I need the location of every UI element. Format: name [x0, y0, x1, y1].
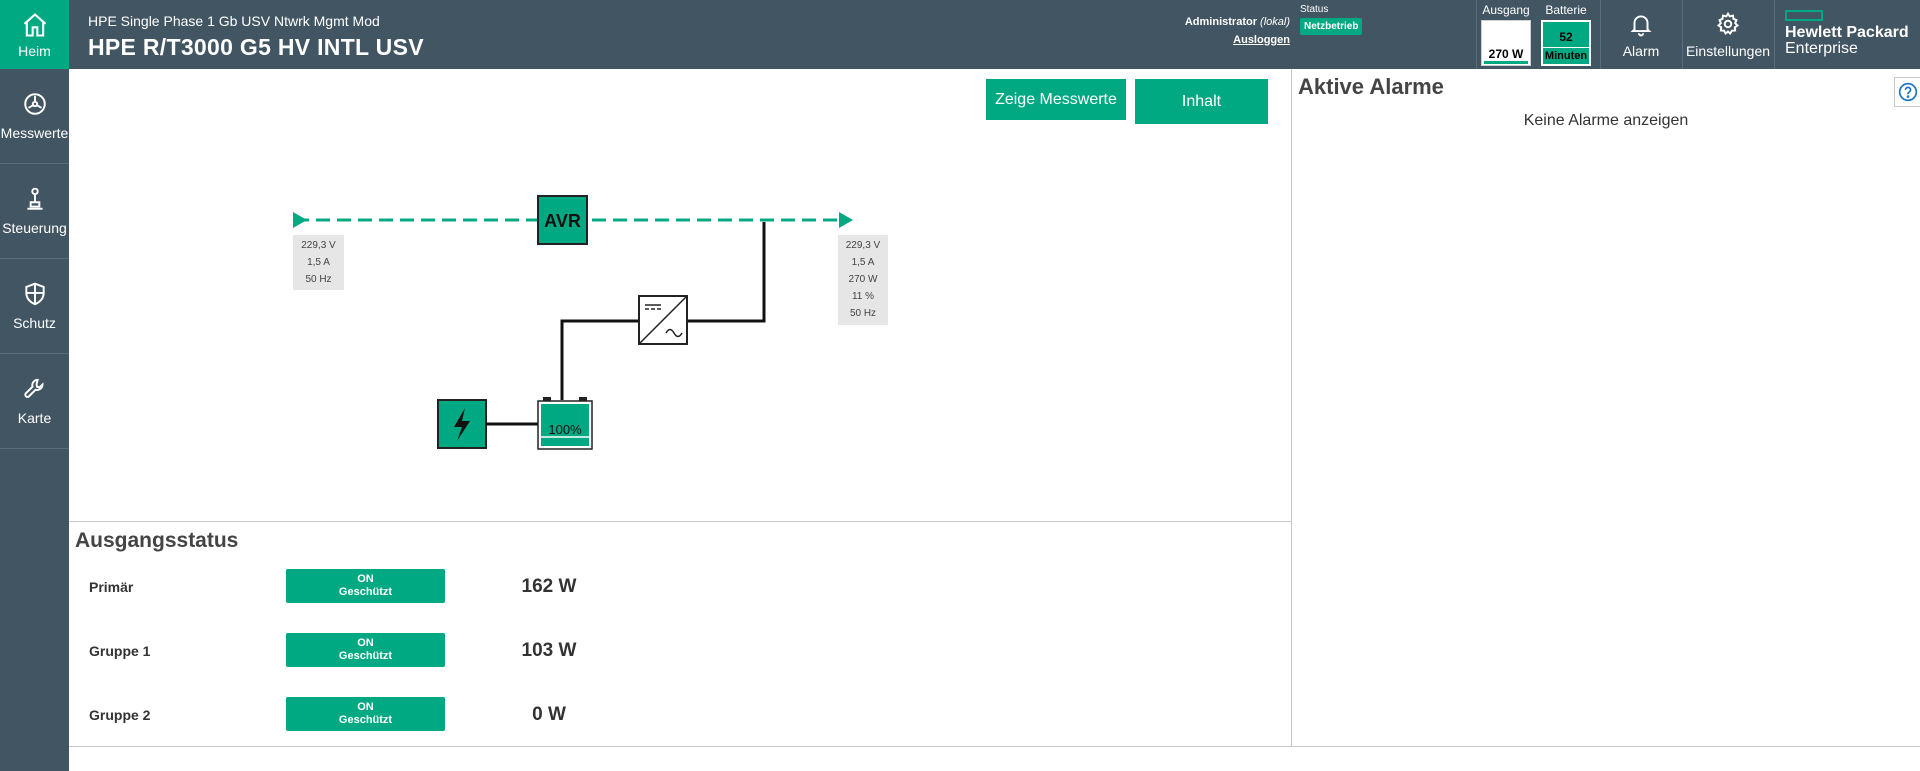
- inverter-wire-in: [560, 319, 639, 400]
- output-voltage: 229,3 V: [845, 240, 881, 251]
- sidebar-item-label: Karte: [17, 410, 52, 426]
- inverter-icon: [638, 295, 688, 345]
- header-divider: [1476, 0, 1477, 69]
- output-meter-label: Ausgang: [1482, 3, 1530, 17]
- status-block: Status Netzbetrieb: [1300, 4, 1363, 35]
- output-meter-value: 270 W: [1488, 47, 1524, 61]
- battery-meter[interactable]: Batterie 52 Minuten: [1540, 3, 1592, 66]
- alarm-button-label: Alarm: [1622, 42, 1660, 59]
- outlet-protection: Geschützt: [338, 714, 393, 726]
- status-badge: Netzbetrieb: [1300, 18, 1363, 35]
- lightning-icon: [437, 399, 487, 449]
- sidebar-item-label: Steuerung: [2, 220, 67, 236]
- user-name-text: Administrator: [1184, 16, 1257, 28]
- output-status-title: Ausgangsstatus: [75, 529, 239, 552]
- sidebar-item-messwerte[interactable]: Messwerte: [0, 69, 69, 164]
- device-subtitle: HPE Single Phase 1 Gb USV Ntwrk Mgmt Mod: [88, 13, 380, 29]
- input-frequency: 50 Hz: [305, 274, 332, 285]
- user-info: Administrator (lokal) Ausloggen: [1160, 16, 1290, 46]
- header-divider: [1774, 0, 1775, 69]
- output-current: 1,5 A: [851, 257, 875, 268]
- active-alarms-panel: Aktive Alarme Keine Alarme anzeigen: [1293, 69, 1920, 746]
- help-button[interactable]: [1894, 77, 1920, 107]
- avr-label: AVR: [544, 211, 581, 231]
- user-name: Administrator (lokal): [1160, 16, 1290, 28]
- alarm-button[interactable]: Alarm: [1602, 0, 1680, 69]
- output-meter[interactable]: Ausgang 270 W: [1480, 3, 1532, 66]
- power-flow-diagram: AVR 100%: [293, 195, 853, 450]
- outlet-protection: Geschützt: [338, 650, 393, 662]
- outlet-state: ON: [357, 701, 374, 713]
- nav-home[interactable]: Heim: [0, 0, 69, 69]
- sidebar-item-karte[interactable]: Karte: [0, 354, 69, 449]
- input-current: 1,5 A: [307, 257, 330, 268]
- gear-icon: [1716, 11, 1740, 35]
- status-label: Status: [1300, 4, 1329, 15]
- output-meter-box: 270 W: [1481, 20, 1531, 66]
- outlet-status-badge[interactable]: ON Geschützt: [286, 697, 445, 731]
- joystick-icon: [26, 187, 43, 210]
- outlet-power: 0 W: [532, 704, 566, 725]
- wrench-icon: [23, 378, 43, 398]
- hpe-logo-line2: Enterprise: [1785, 40, 1858, 57]
- input-readings: 229,3 V 1,5 A 50 Hz: [293, 235, 344, 290]
- top-header: Heim HPE Single Phase 1 Gb USV Ntwrk Mgm…: [0, 0, 1920, 69]
- outlet-state: ON: [357, 573, 374, 585]
- output-meter-bar: [1484, 61, 1528, 64]
- output-readings: 229,3 V 1,5 A 270 W 11 % 50 Hz: [838, 235, 888, 325]
- outlet-power: 103 W: [521, 640, 577, 661]
- battery-percent: 100%: [548, 422, 582, 437]
- gauge-icon: [23, 93, 46, 115]
- power-flow-panel: Zeige Messwerte Inhalt AVR 100% 229,3 V …: [69, 69, 1292, 521]
- input-arrow: [293, 212, 307, 228]
- alarms-title: Aktive Alarme: [1298, 74, 1444, 99]
- outlet-group-name: Gruppe 2: [89, 707, 151, 723]
- battery-meter-unit: Minuten: [1543, 47, 1589, 62]
- home-icon: [23, 12, 46, 37]
- sidebar-item-schutz[interactable]: Schutz: [0, 259, 69, 354]
- header-divider: [1600, 0, 1601, 69]
- bottom-divider: [69, 746, 1920, 747]
- help-icon: [1898, 82, 1917, 102]
- logout-link[interactable]: Ausloggen: [1160, 34, 1290, 46]
- sidebar-item-steuerung[interactable]: Steuerung: [0, 164, 69, 259]
- outlet-state: ON: [357, 637, 374, 649]
- alarms-empty-message: Keine Alarme anzeigen: [1523, 112, 1689, 129]
- shield-icon: [24, 282, 45, 306]
- outlet-power: 162 W: [521, 576, 577, 597]
- outlet-status-badge[interactable]: ON Geschützt: [286, 633, 445, 667]
- output-power: 270 W: [848, 274, 878, 285]
- hpe-logo-mark: [1785, 10, 1823, 21]
- hpe-logo: Hewlett Packard Enterprise: [1785, 10, 1909, 57]
- settings-button-label: Einstellungen: [1685, 42, 1771, 59]
- battery-meter-value: 52: [1559, 30, 1573, 44]
- output-load: 11 %: [851, 291, 875, 302]
- user-role: (lokal): [1260, 16, 1290, 28]
- bell-icon: [1630, 14, 1652, 36]
- output-arrow: [839, 212, 853, 228]
- header-divider: [1682, 0, 1683, 69]
- outlet-protection: Geschützt: [338, 586, 393, 598]
- sidebar-item-label: Messwerte: [0, 125, 69, 141]
- output-status-panel: Ausgangsstatus Primär ON Geschützt 162 W…: [69, 521, 1292, 746]
- outlet-group-name: Gruppe 1: [89, 643, 151, 659]
- battery-meter-box: 52 Minuten: [1541, 20, 1591, 66]
- sidebar-item-label: Schutz: [13, 315, 56, 331]
- battery-meter-label: Batterie: [1545, 3, 1587, 17]
- device-title: HPE R/T3000 G5 HV INTL USV: [88, 34, 424, 60]
- output-frequency: 50 Hz: [849, 308, 877, 319]
- nav-home-label: Heim: [18, 42, 51, 59]
- settings-button[interactable]: Einstellungen: [1684, 0, 1772, 69]
- inverter-wire-out: [688, 222, 766, 323]
- outlet-group-name: Primär: [89, 579, 134, 595]
- input-voltage: 229,3 V: [301, 240, 336, 251]
- outlet-status-badge[interactable]: ON Geschützt: [286, 569, 445, 603]
- sidebar: Messwerte Steuerung Schutz Karte: [0, 69, 69, 771]
